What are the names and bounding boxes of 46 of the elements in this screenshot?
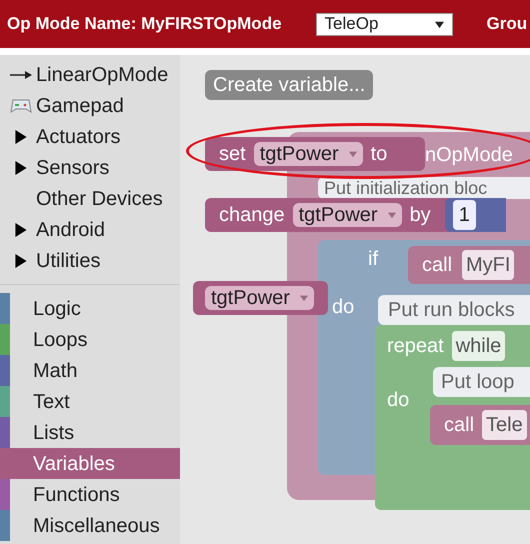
variable-dropdown[interactable]: tgtPower (254, 142, 363, 166)
toolbox-item[interactable]: Other Devices (0, 183, 180, 214)
toolbox-item[interactable]: Android (0, 214, 180, 245)
op-mode-name: Op Mode Name: MyFIRSTOpMode (7, 13, 282, 36)
block-keyword: by (410, 203, 431, 228)
block-label: nOpMode (425, 143, 513, 168)
block-label: do (332, 295, 354, 320)
caret-icon (388, 211, 396, 219)
toolbox-item[interactable]: Actuators (0, 121, 180, 152)
block-label: call (422, 253, 452, 278)
block-label: repeat (387, 334, 444, 359)
group-label: Grou (486, 13, 528, 36)
set-variable-block[interactable]: set tgtPower to (205, 137, 426, 171)
block-keyword: set (219, 142, 246, 167)
caret-icon (348, 150, 357, 158)
toolbox-item[interactable]: LinearOpMode (0, 59, 180, 90)
expand-icon (14, 254, 28, 268)
change-variable-block[interactable]: change tgtPower by 1 (205, 198, 506, 232)
variable-dropdown[interactable]: tgtPower (292, 203, 402, 227)
create-variable-button[interactable]: Create variable... (205, 70, 374, 100)
block-label: do (387, 388, 410, 413)
comment-text: Put run blocks (388, 298, 515, 323)
comment-text: Put initialization bloc (324, 177, 488, 199)
comment-text: Put loop (441, 370, 514, 395)
number-block[interactable]: 1 (444, 198, 506, 232)
variable-dropdown[interactable]: tgtPower (205, 286, 314, 310)
block-keyword: to (370, 142, 388, 167)
toolbox-item[interactable]: Sensors (0, 152, 180, 183)
expand-icon (14, 160, 28, 174)
expand-icon (14, 222, 28, 236)
toolbox-item[interactable]: Utilities (0, 245, 180, 276)
caret-icon (300, 294, 308, 302)
expand-icon (14, 130, 28, 144)
block-label: call (444, 413, 474, 438)
op-mode-type-select[interactable]: TeleOp (316, 12, 453, 36)
arrow-icon (10, 70, 32, 80)
category-item[interactable]: Variables (0, 448, 180, 479)
function-name: MyFI (462, 250, 514, 280)
function-name: Tele (482, 410, 527, 440)
block-label: if (368, 247, 378, 272)
caret-icon (434, 20, 444, 28)
block-keyword: change (219, 203, 285, 228)
number-value: 1 (452, 200, 476, 230)
variable-getter-block[interactable]: tgtPower (193, 281, 328, 315)
gamepad-icon (10, 96, 32, 114)
toolbox-item[interactable]: Gamepad (0, 90, 180, 121)
